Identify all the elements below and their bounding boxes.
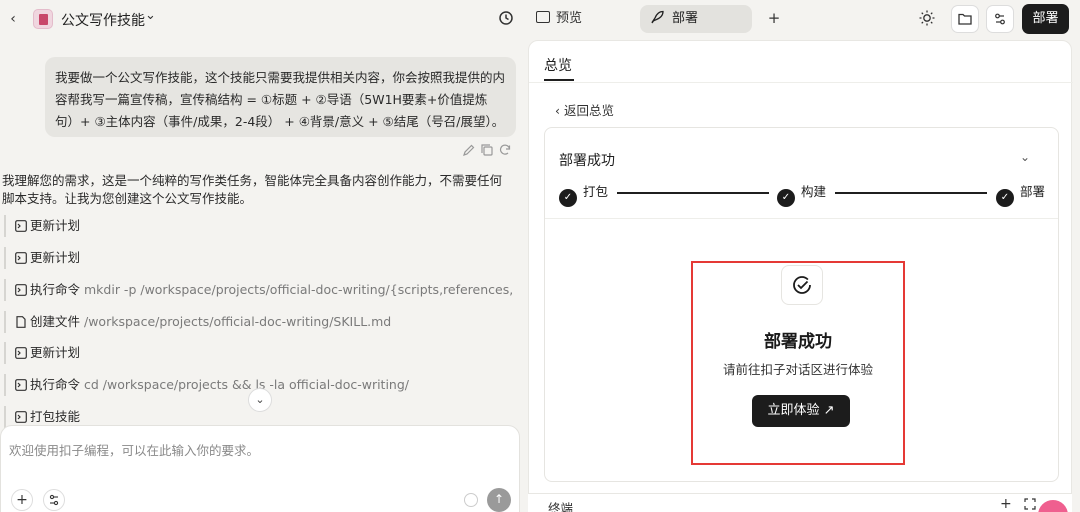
success-title: 部署成功 (764, 332, 832, 352)
check-icon: ✓ (777, 189, 795, 207)
step-label: 执行命令 (30, 377, 81, 392)
check-icon: ✓ (559, 189, 577, 207)
status-indicator (464, 493, 478, 507)
copy-icon[interactable] (480, 143, 494, 157)
step-argument: /workspace/projects/official-doc-writing… (84, 314, 392, 329)
step-label: 更新计划 (30, 218, 81, 233)
check-icon: ✓ (996, 189, 1014, 207)
tab-preview[interactable]: 预览 (536, 6, 616, 32)
back-icon[interactable]: ‹ (6, 10, 20, 28)
send-button[interactable]: ↑ (487, 488, 511, 512)
tab-underline (544, 79, 574, 81)
settings-button[interactable] (986, 5, 1014, 33)
step-label: 执行命令 (30, 282, 81, 297)
deploy-status-card: 部署成功 ⌄ ✓ 打包 ✓ 构建 ✓ 部署 部署成功 请前往扣子对话区进行体验 立即体… (544, 127, 1059, 482)
progress-connector (835, 192, 987, 194)
chevron-down-icon[interactable]: ⌄ (1020, 150, 1030, 164)
sliders-icon (49, 494, 59, 506)
deploy-progress: ✓ 打包 ✓ 构建 ✓ 部署 (545, 180, 1060, 207)
chat-input-box[interactable]: 欢迎使用扣子编程，可以在此输入你的要求。 + ↑ (0, 425, 520, 512)
step-item[interactable]: 执行命令 mkdir -p /workspace/projects/offici… (4, 279, 514, 301)
options-button[interactable] (43, 489, 65, 511)
success-icon-tile (781, 265, 823, 305)
preview-toolbar: 预览 部署 + 部署 (528, 0, 1080, 38)
user-message: 我要做一个公文写作技能，这个技能只需要我提供相关内容，你会按照我提供的内容帮我写… (45, 57, 516, 137)
chat-panel: ‹ 公文写作技能 ⌄ 我要做一个公文写作技能，这个技能只需要我提供相关内容，你会… (0, 0, 528, 512)
tab-overview[interactable]: 总览 (544, 55, 572, 75)
try-button-label: 立即体验 (767, 403, 820, 418)
deploy-button[interactable]: 部署 (1022, 4, 1069, 34)
progress-step-deploy: ✓ 部署 (996, 182, 1046, 207)
app-title[interactable]: 公文写作技能 (61, 10, 145, 30)
rocket-icon (651, 10, 664, 24)
folder-button[interactable] (951, 5, 979, 33)
step-label: 打包技能 (30, 409, 81, 424)
progress-step-build: ✓ 构建 (777, 182, 827, 207)
folder-icon (958, 13, 972, 25)
edit-icon[interactable] (462, 143, 476, 157)
progress-step-package: ✓ 打包 (559, 182, 609, 207)
tab-deploy-label: 部署 (672, 11, 699, 26)
back-to-overview-link[interactable]: ‹ 返回总览 (555, 100, 614, 119)
message-actions (462, 143, 518, 159)
card-title: 部署成功 (559, 153, 615, 169)
assistant-message: 我理解您的需求，这是一个纯粹的写作类任务，智能体完全具备内容创作能力，不需要任何… (2, 173, 503, 206)
back-link-label: 返回总览 (563, 103, 614, 118)
scroll-down-button[interactable]: ⌄ (248, 388, 272, 412)
expand-icon[interactable] (1024, 498, 1036, 510)
sliders-icon (995, 13, 1005, 25)
terminal-icon (15, 379, 27, 391)
terminal-icon (15, 220, 27, 232)
chat-input-placeholder[interactable]: 欢迎使用扣子编程，可以在此输入你的要求。 (9, 440, 259, 459)
history-icon[interactable] (498, 10, 514, 26)
divider (545, 218, 1058, 219)
step-item[interactable]: 创建文件 /workspace/projects/official-doc-wr… (4, 311, 514, 333)
add-tab-button[interactable]: + (764, 8, 784, 28)
window-icon (536, 11, 550, 23)
terminal-icon (15, 347, 27, 359)
sun-icon[interactable] (918, 9, 936, 27)
external-arrow-icon: ↗ (823, 403, 835, 418)
terminal-add-button[interactable]: + (1000, 496, 1012, 512)
success-highlight-box: 部署成功 请前往扣子对话区进行体验 立即体验 ↗ (691, 261, 905, 465)
try-now-button[interactable]: 立即体验 ↗ (752, 395, 850, 427)
deploy-panel: 总览 ‹ 返回总览 部署成功 ⌄ ✓ 打包 ✓ 构建 ✓ 部署 部署成功 请前往扣子对… (528, 40, 1073, 512)
step-item[interactable]: 更新计划 (4, 215, 514, 237)
step-label: 创建文件 (30, 314, 81, 329)
progress-step-label: 构建 (801, 184, 827, 199)
refresh-icon[interactable] (498, 143, 512, 157)
terminal-bar[interactable]: 终端 + (528, 493, 1072, 512)
chevron-down-icon[interactable]: ⌄ (145, 8, 156, 23)
terminal-icon (15, 411, 27, 423)
step-item[interactable]: 更新计划 (4, 247, 514, 269)
file-icon (16, 316, 26, 328)
tab-preview-label: 预览 (556, 11, 583, 26)
terminal-icon (15, 284, 27, 296)
tab-deploy[interactable]: 部署 (640, 5, 752, 33)
step-label: 更新计划 (30, 345, 81, 360)
progress-step-label: 部署 (1020, 184, 1046, 199)
step-argument: cd /workspace/projects && ls -la officia… (84, 377, 409, 392)
check-circle-icon (793, 276, 811, 294)
step-argument: mkdir -p /workspace/projects/official-do… (84, 282, 514, 297)
step-label: 更新计划 (30, 250, 81, 265)
terminal-icon (15, 252, 27, 264)
chat-header: ‹ 公文写作技能 ⌄ (0, 0, 528, 38)
success-subtitle: 请前往扣子对话区进行体验 (722, 362, 873, 377)
add-button[interactable]: + (11, 489, 33, 511)
divider (529, 82, 1073, 83)
progress-connector (617, 192, 769, 194)
chevron-left-icon: ‹ (555, 103, 560, 118)
app-logo-icon (33, 9, 53, 29)
step-item[interactable]: 更新计划 (4, 342, 514, 364)
progress-step-label: 打包 (583, 184, 609, 199)
terminal-label: 终端 (548, 501, 574, 512)
